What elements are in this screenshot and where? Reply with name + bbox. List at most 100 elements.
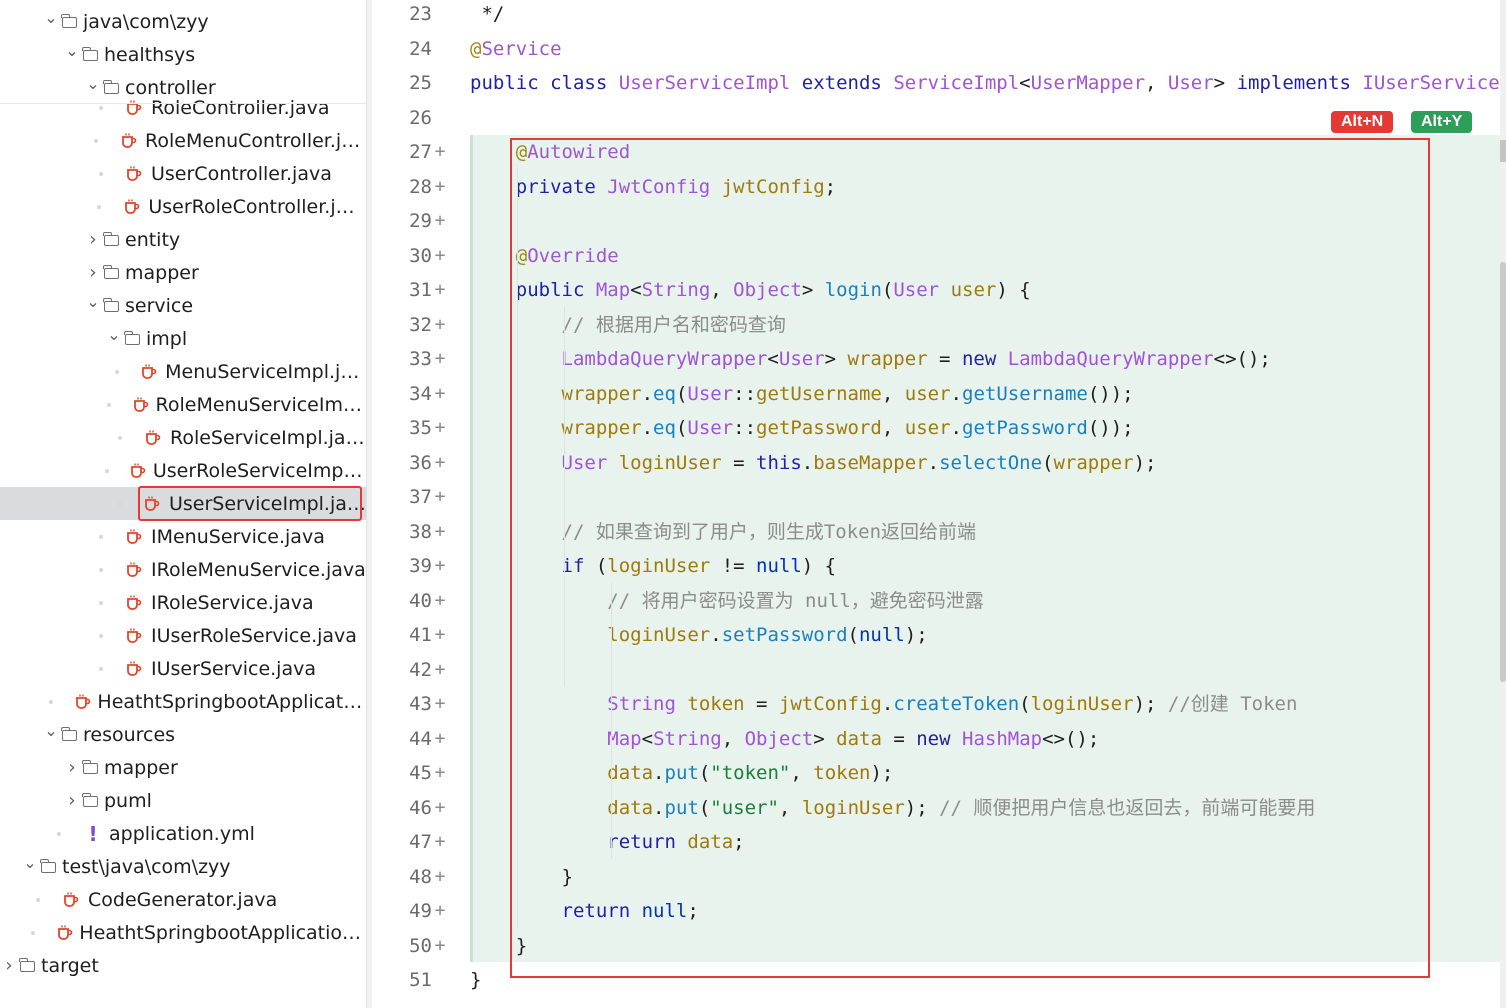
tree-folder[interactable]: ⌄ java\com\zyy [0,5,366,38]
chevron-right-icon[interactable]: › [86,262,100,283]
added-line-plus-icon[interactable]: + [432,377,448,411]
added-line-plus-icon[interactable]: + [432,825,448,859]
tree-folder[interactable]: › puml [0,784,366,817]
tree-file[interactable]: CodeGenerator.java [0,883,366,916]
code-line[interactable]: @Service [470,32,562,66]
added-line-plus-icon[interactable]: + [432,446,448,480]
added-line-plus-icon[interactable]: + [432,653,448,687]
added-line-plus-icon[interactable]: + [432,308,448,342]
tree-file[interactable]: RoleMenuController.java [0,124,366,157]
added-line-plus-icon[interactable]: + [432,791,448,825]
added-line-plus-icon[interactable]: + [432,480,448,514]
added-line-plus-icon[interactable]: + [432,411,448,445]
added-line-plus-icon[interactable]: + [432,239,448,273]
added-line-plus-icon[interactable]: + [432,515,448,549]
tree-folder[interactable]: › mapper [0,256,366,289]
tree-file[interactable]: ! application.yml [0,817,366,850]
tree-folder[interactable]: › entity [0,223,366,256]
chevron-right-icon[interactable]: › [86,229,100,250]
tree-item-label: healthsys [104,43,196,66]
java-class-icon [56,925,74,941]
line-number: 48 [409,865,432,888]
tree-folder[interactable]: ⌄ resources [0,718,366,751]
java-class-icon [144,430,164,446]
tree-file[interactable]: IMenuService.java [0,520,366,553]
tree-file[interactable]: IRoleService.java [0,586,366,619]
tree-file[interactable]: IUserRoleService.java [0,619,366,652]
java-class-icon [125,100,145,116]
chevron-right-icon[interactable]: › [2,955,16,976]
tree-item-label: resources [83,723,176,746]
accept-change-button[interactable]: Alt+Y [1411,111,1473,133]
tree-folder[interactable]: ⌄ impl [0,322,366,355]
scrollbar-thumb[interactable] [1500,262,1506,682]
added-line-plus-icon[interactable]: + [432,342,448,376]
tree-folder[interactable]: ⌄ service [0,289,366,322]
editor-scrollbar[interactable] [1500,0,1506,1008]
added-line-plus-icon[interactable]: + [432,584,448,618]
chevron-down-icon[interactable]: ⌄ [44,721,58,740]
code-line[interactable]: */ [470,0,504,31]
project-tree: ⌄ java\com\zyy ⌄ healthsys ⌄ controller RoleCo… [0,0,366,1008]
tree-file[interactable]: RoleController.java [0,91,366,124]
folder-icon [61,14,77,28]
java-class-icon [125,562,145,578]
tree-file[interactable]: RoleMenuServiceImpl.j... [0,388,366,421]
chevron-down-icon[interactable]: ⌄ [44,8,58,27]
tree-folder[interactable]: › mapper [0,751,366,784]
chevron-right-icon[interactable]: › [65,790,79,811]
line-number: 49 [409,900,432,922]
added-line-plus-icon[interactable]: + [432,894,448,928]
code-line[interactable]: } [470,963,481,997]
line-number: 37 [409,486,432,508]
tree-guide-dot [118,435,123,440]
chevron-down-icon[interactable]: ⌄ [107,325,121,344]
added-line-plus-icon[interactable]: + [432,618,448,652]
chevron-down-icon[interactable]: ⌄ [65,41,79,60]
tree-folder[interactable]: ⌄ test\java\com\zyy [0,850,366,883]
added-line-plus-icon[interactable]: + [432,687,448,721]
tree-file[interactable]: RoleServiceImpl.java [0,421,366,454]
sticky-header-separator [0,103,366,104]
added-line-plus-icon[interactable]: + [432,170,448,204]
tree-guide-dot [49,699,54,704]
selection-highlight-box [138,486,362,521]
added-line-plus-icon[interactable]: + [432,204,448,238]
line-number: 51 [409,969,432,991]
tree-guide-dot [99,567,103,572]
tree-file[interactable]: IUserService.java [0,652,366,685]
tree-file[interactable]: UserController.java [0,157,366,190]
tree-file[interactable]: UserServiceImpl.java [0,486,366,521]
tree-item-label: entity [125,228,181,251]
folder-icon [103,265,119,279]
tree-file[interactable]: IRoleMenuService.java [0,553,366,586]
reject-change-button[interactable]: Alt+N [1331,111,1394,133]
chevron-down-icon[interactable]: ⌄ [86,292,100,311]
tree-item-label: IRoleMenuService.java [151,558,366,581]
folder-icon [103,298,119,312]
java-class-icon [120,133,139,149]
line-number: 26 [409,106,432,129]
tree-file[interactable]: HeathtSpringbootApplication.j... [0,685,366,718]
added-line-plus-icon[interactable]: + [432,860,448,894]
tree-guide-dot [99,666,103,671]
tree-folder[interactable]: ⌄ healthsys [0,38,366,71]
added-line-plus-icon[interactable]: + [432,273,448,307]
code-line[interactable]: public class UserServiceImpl extends Ser… [470,66,1500,100]
chevron-down-icon[interactable]: ⌄ [23,853,37,872]
added-line-plus-icon[interactable]: + [432,929,448,963]
tree-file[interactable]: HeathtSpringbootApplicationTes... [0,916,366,949]
added-line-plus-icon[interactable]: + [432,135,448,169]
line-number: 43 [409,693,432,715]
tree-file[interactable]: MenuServiceImpl.java [0,355,366,388]
code-editor[interactable]: 23 */ 24 @Service 25 public class UserServic… [372,0,1506,1008]
tree-file[interactable]: UserRoleController.java [0,190,366,223]
tree-item-label: IUserService.java [151,657,316,680]
tree-guide-dot [99,105,103,110]
chevron-right-icon[interactable]: › [65,757,79,778]
added-line-plus-icon[interactable]: + [432,549,448,583]
added-line-plus-icon[interactable]: + [432,756,448,790]
added-line-plus-icon[interactable]: + [432,722,448,756]
tree-file[interactable]: UserRoleServiceImpl.java [0,454,366,487]
tree-folder[interactable]: › target [0,949,366,982]
